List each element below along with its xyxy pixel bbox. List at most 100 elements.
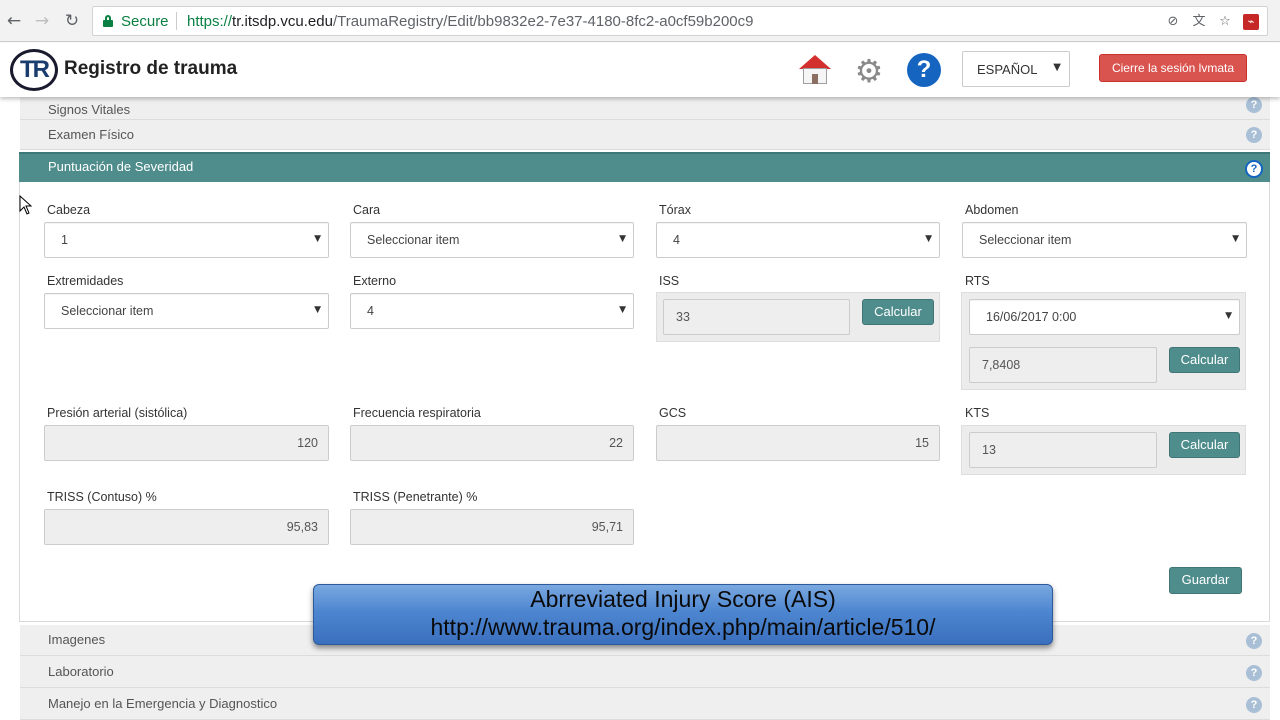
section-manejo-emergencia[interactable]: Manejo en la Emergencia y Diagnostico ? — [20, 688, 1270, 720]
language-select[interactable]: ESPAÑOL ▼ — [962, 51, 1070, 87]
iss-calcular-button[interactable]: Calcular — [862, 299, 934, 325]
cabeza-value: 1 — [61, 233, 68, 247]
kts-label: KTS — [965, 406, 990, 420]
externo-value: 4 — [367, 304, 374, 318]
rts-label: RTS — [965, 274, 990, 288]
presion-field: 120 — [44, 425, 329, 461]
url-text[interactable]: https://tr.itsdp.vcu.edu/TraumaRegistry/… — [187, 13, 753, 30]
url-divider — [176, 12, 177, 30]
chevron-down-icon: ▼ — [314, 305, 321, 315]
rts-value: 7,8408 — [982, 358, 1021, 372]
help-icon[interactable]: ? — [1246, 665, 1262, 681]
translate-icon[interactable]: 文 — [1191, 14, 1207, 30]
logout-button[interactable]: Cierre la sesión lvmata — [1099, 54, 1247, 82]
triss-contuso-field: 95,83 — [44, 509, 329, 545]
abdomen-value: Seleccionar item — [979, 233, 1072, 247]
help-icon[interactable]: ? — [1245, 160, 1263, 178]
chevron-down-icon: ▼ — [619, 234, 626, 244]
secure-label: Secure — [121, 13, 169, 30]
section-label: Imagenes — [48, 632, 106, 647]
home-icon[interactable] — [797, 55, 833, 85]
cara-label: Cara — [353, 203, 381, 217]
triss-contuso-value: 95,83 — [286, 520, 318, 534]
externo-label: Externo — [353, 274, 397, 288]
triss-penetrante-value: 95,71 — [591, 520, 623, 534]
pdf-extension-icon[interactable]: ⌁ — [1243, 14, 1259, 30]
app-header: TR Registro de trauma ⚙ ? ESPAÑOL ▼ Cier… — [0, 43, 1280, 97]
section-puntuacion-severidad[interactable]: Puntuación de Severidad ? — [19, 152, 1270, 182]
camera-blocked-icon[interactable]: ⊘ — [1165, 14, 1181, 30]
caption-line-1: Abrreviated Injury Score (AIS) — [530, 586, 836, 612]
section-label: Signos Vitales — [48, 102, 131, 117]
chevron-down-icon: ▼ — [314, 234, 321, 244]
app-logo[interactable]: TR — [10, 49, 58, 91]
rts-group: 16/06/2017 0:00 ▼ 7,8408 Calcular — [961, 292, 1246, 390]
help-icon[interactable]: ? — [1246, 697, 1262, 713]
app-title: Registro de trauma — [64, 58, 238, 79]
section-label: Examen Físico — [48, 127, 134, 142]
rts-field: 7,8408 — [969, 347, 1157, 383]
help-icon[interactable]: ? — [907, 53, 941, 87]
kts-calcular-button[interactable]: Calcular — [1169, 432, 1240, 458]
extremidades-select[interactable]: Seleccionar item ▼ — [44, 293, 329, 329]
language-value: ESPAÑOL — [977, 62, 1038, 77]
chevron-down-icon: ▼ — [1225, 311, 1232, 321]
frecuencia-field: 22 — [350, 425, 634, 461]
severity-panel: Cabeza 1 ▼ Cara Seleccionar item ▼ Tórax… — [19, 182, 1270, 622]
torax-value: 4 — [673, 233, 680, 247]
gcs-value: 15 — [915, 436, 929, 450]
back-icon[interactable]: ← — [3, 10, 25, 32]
abdomen-label: Abdomen — [965, 203, 1019, 217]
extremidades-value: Seleccionar item — [61, 304, 154, 318]
triss-penetrante-field: 95,71 — [350, 509, 634, 545]
cabeza-label: Cabeza — [47, 203, 91, 217]
kts-field: 13 — [969, 432, 1157, 468]
help-icon[interactable]: ? — [1246, 127, 1262, 143]
abdomen-select[interactable]: Seleccionar item ▼ — [962, 222, 1247, 258]
presion-value: 120 — [297, 436, 318, 450]
iss-label: ISS — [659, 274, 680, 288]
help-icon[interactable]: ? — [1246, 633, 1262, 649]
frecuencia-value: 22 — [609, 436, 623, 450]
lock-icon — [103, 15, 113, 27]
address-bar[interactable]: Secure https://tr.itsdp.vcu.edu/TraumaRe… — [92, 6, 1268, 36]
section-label: Laboratorio — [48, 664, 114, 679]
browser-toolbar: ← → ↻ Secure https://tr.itsdp.vcu.edu/Tr… — [0, 0, 1280, 42]
section-examen-fisico[interactable]: Examen Físico ? — [20, 120, 1270, 150]
mouse-cursor-icon — [19, 195, 33, 215]
help-icon[interactable]: ? — [1246, 97, 1262, 113]
gcs-label: GCS — [659, 406, 687, 420]
section-label: Puntuación de Severidad — [48, 159, 194, 174]
torax-select[interactable]: 4 ▼ — [656, 222, 940, 258]
star-icon[interactable]: ☆ — [1217, 14, 1233, 30]
forward-icon[interactable]: → — [31, 10, 53, 32]
rts-date-value: 16/06/2017 0:00 — [986, 310, 1077, 324]
triss-penetrante-label: TRISS (Penetrante) % — [353, 490, 478, 504]
rts-date-select[interactable]: 16/06/2017 0:00 ▼ — [969, 299, 1240, 335]
iss-value: 33 — [676, 310, 690, 324]
frecuencia-label: Frecuencia respiratoria — [353, 406, 481, 420]
chevron-down-icon: ▼ — [1232, 234, 1239, 244]
cara-select[interactable]: Seleccionar item ▼ — [350, 222, 634, 258]
section-label: Manejo en la Emergencia y Diagnostico — [48, 696, 278, 711]
chevron-down-icon: ▼ — [619, 305, 626, 315]
kts-value: 13 — [982, 443, 996, 457]
torax-label: Tórax — [659, 203, 691, 217]
chevron-down-icon: ▼ — [925, 234, 932, 244]
gcs-field: 15 — [656, 425, 940, 461]
cabeza-select[interactable]: 1 ▼ — [44, 222, 329, 258]
cara-value: Seleccionar item — [367, 233, 460, 247]
gear-icon[interactable]: ⚙ — [851, 53, 887, 89]
rts-calcular-button[interactable]: Calcular — [1169, 347, 1240, 373]
reload-icon[interactable]: ↻ — [61, 10, 83, 32]
presion-label: Presión arterial (sistólica) — [47, 406, 188, 420]
externo-select[interactable]: 4 ▼ — [350, 293, 634, 329]
iss-group: 33 Calcular — [656, 292, 940, 342]
extremidades-label: Extremidades — [47, 274, 124, 288]
video-caption: Abrreviated Injury Score (AIS) http://ww… — [313, 584, 1053, 645]
kts-group: 13 Calcular — [961, 425, 1246, 475]
iss-field: 33 — [663, 299, 850, 335]
triss-contuso-label: TRISS (Contuso) % — [47, 490, 157, 504]
section-laboratorio[interactable]: Laboratorio ? — [20, 656, 1270, 688]
save-button[interactable]: Guardar — [1169, 567, 1242, 594]
